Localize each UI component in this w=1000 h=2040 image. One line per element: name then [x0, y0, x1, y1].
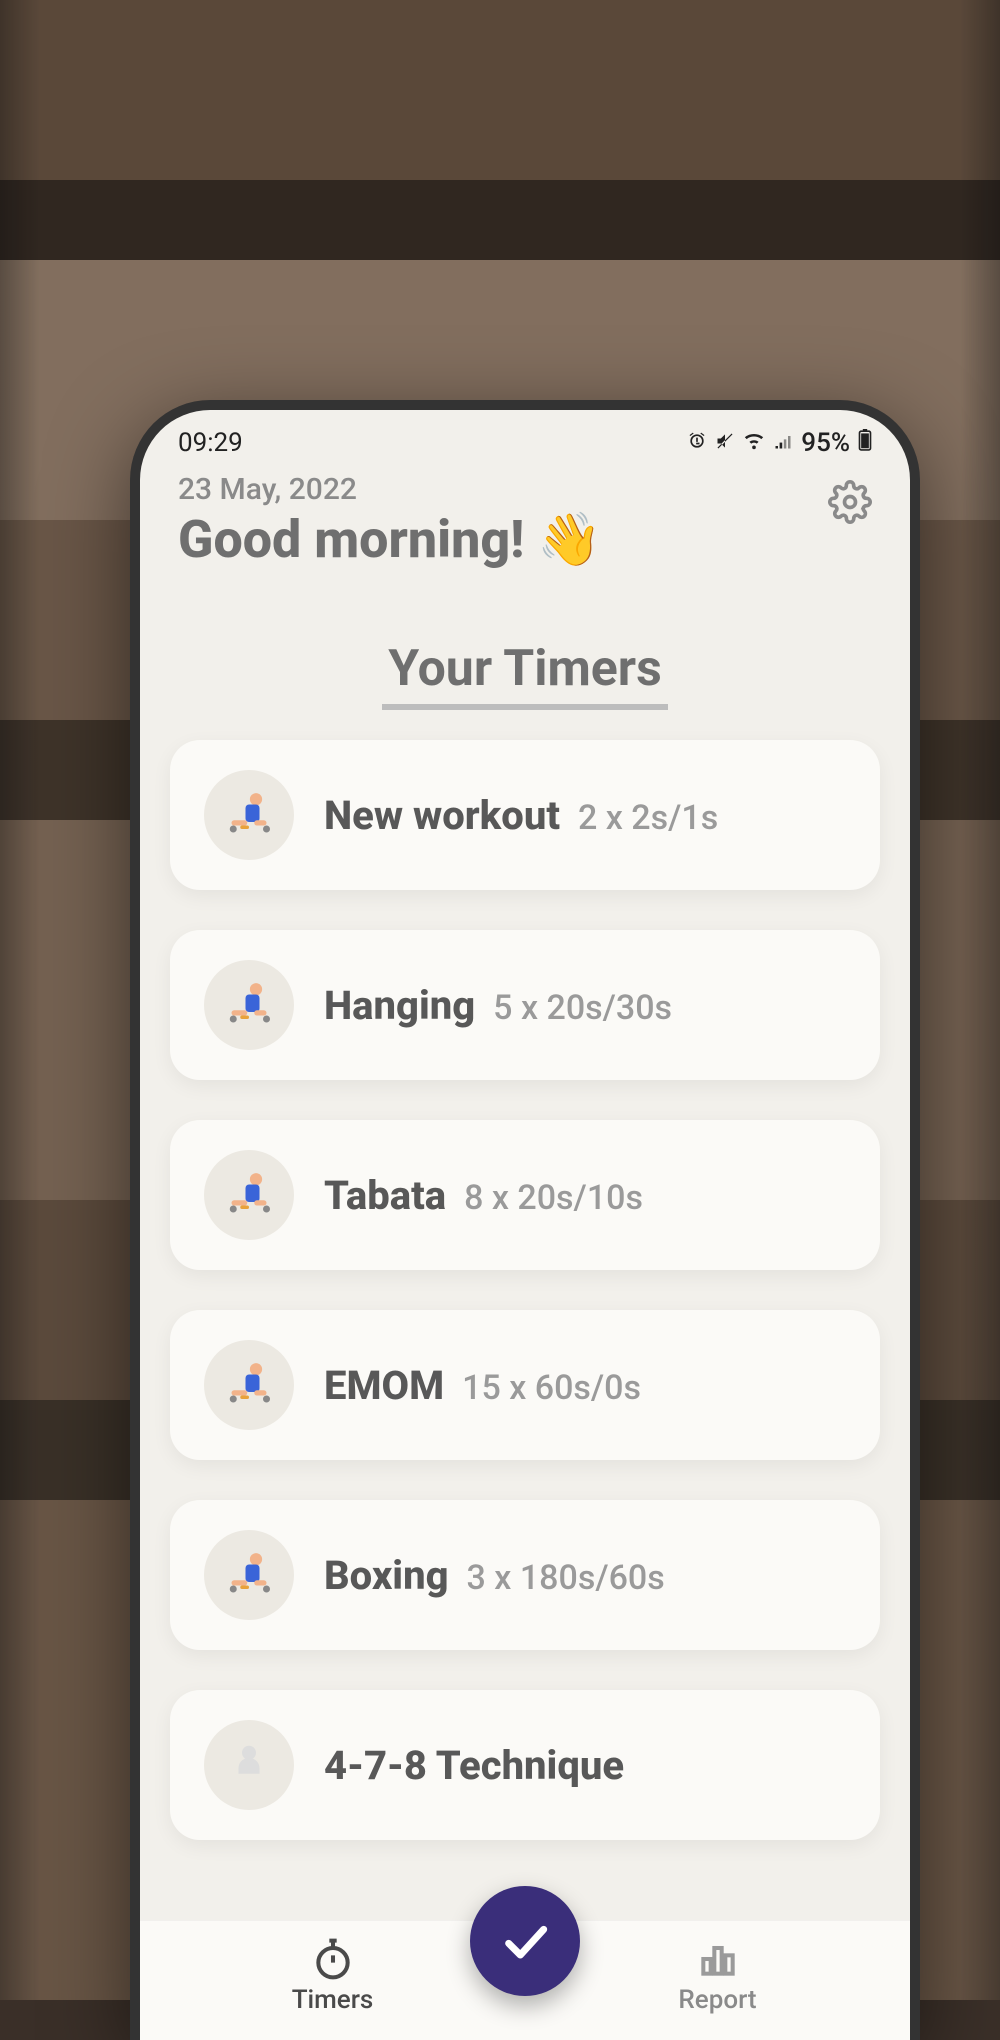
settings-button[interactable] [828, 480, 872, 524]
status-bar: 09:29 95% [140, 410, 910, 462]
check-icon [497, 1913, 553, 1969]
bar-chart-icon [696, 1937, 740, 1981]
workout-icon [204, 770, 294, 860]
phone-frame: 09:29 95% 2 [130, 400, 920, 2040]
workout-icon [204, 1720, 294, 1810]
status-time: 09:29 [178, 428, 243, 458]
workout-icon [204, 1340, 294, 1430]
stopwatch-icon [311, 1937, 355, 1981]
status-indicators: 95% [687, 428, 872, 458]
timer-list[interactable]: New workout 2 x 2s/1s Hanging 5 x 20s/30… [140, 710, 910, 2040]
battery-icon [858, 429, 872, 457]
gear-icon [828, 480, 872, 524]
timer-name: New workout [324, 792, 560, 839]
timer-card[interactable]: Tabata 8 x 20s/10s [170, 1120, 880, 1270]
signal-icon [773, 429, 793, 457]
timer-card[interactable]: EMOM 15 x 60s/0s [170, 1310, 880, 1460]
timer-name: Tabata [324, 1172, 446, 1219]
timer-name: 4-7-8 Technique [324, 1742, 624, 1789]
timer-detail: 2 x 2s/1s [578, 798, 718, 838]
timer-card[interactable]: Hanging 5 x 20s/30s [170, 930, 880, 1080]
wifi-icon [743, 429, 765, 457]
nav-report-label: Report [678, 1985, 756, 2015]
workout-icon [204, 960, 294, 1050]
timer-detail: 5 x 20s/30s [493, 988, 672, 1028]
timer-card[interactable]: New workout 2 x 2s/1s [170, 740, 880, 890]
nav-timers[interactable]: Timers [140, 1921, 525, 2040]
nav-timers-label: Timers [292, 1985, 374, 2015]
app-header: 23 May, 2022 Good morning! 👋 [140, 462, 910, 570]
timer-card[interactable]: 4-7-8 Technique [170, 1690, 880, 1840]
timer-card[interactable]: Boxing 3 x 180s/60s [170, 1500, 880, 1650]
header-greeting: Good morning! 👋 [178, 509, 872, 570]
alarm-icon [687, 429, 707, 457]
timer-name: EMOM [324, 1362, 444, 1409]
mute-icon [715, 429, 735, 457]
timer-detail: 15 x 60s/0s [462, 1368, 641, 1408]
header-date: 23 May, 2022 [178, 472, 872, 507]
nav-report[interactable]: Report [525, 1921, 910, 2040]
timer-detail: 3 x 180s/60s [467, 1558, 665, 1598]
workout-icon [204, 1530, 294, 1620]
workout-icon [204, 1150, 294, 1240]
section-title: Your Timers [382, 640, 668, 710]
section-title-wrap: Your Timers [140, 640, 910, 710]
timer-name: Hanging [324, 982, 475, 1029]
phone-screen: 09:29 95% 2 [140, 410, 910, 2040]
timer-detail: 8 x 20s/10s [464, 1178, 643, 1218]
fab-confirm[interactable] [470, 1886, 580, 1996]
timer-name: Boxing [324, 1552, 449, 1599]
battery-percent: 95% [801, 428, 850, 458]
